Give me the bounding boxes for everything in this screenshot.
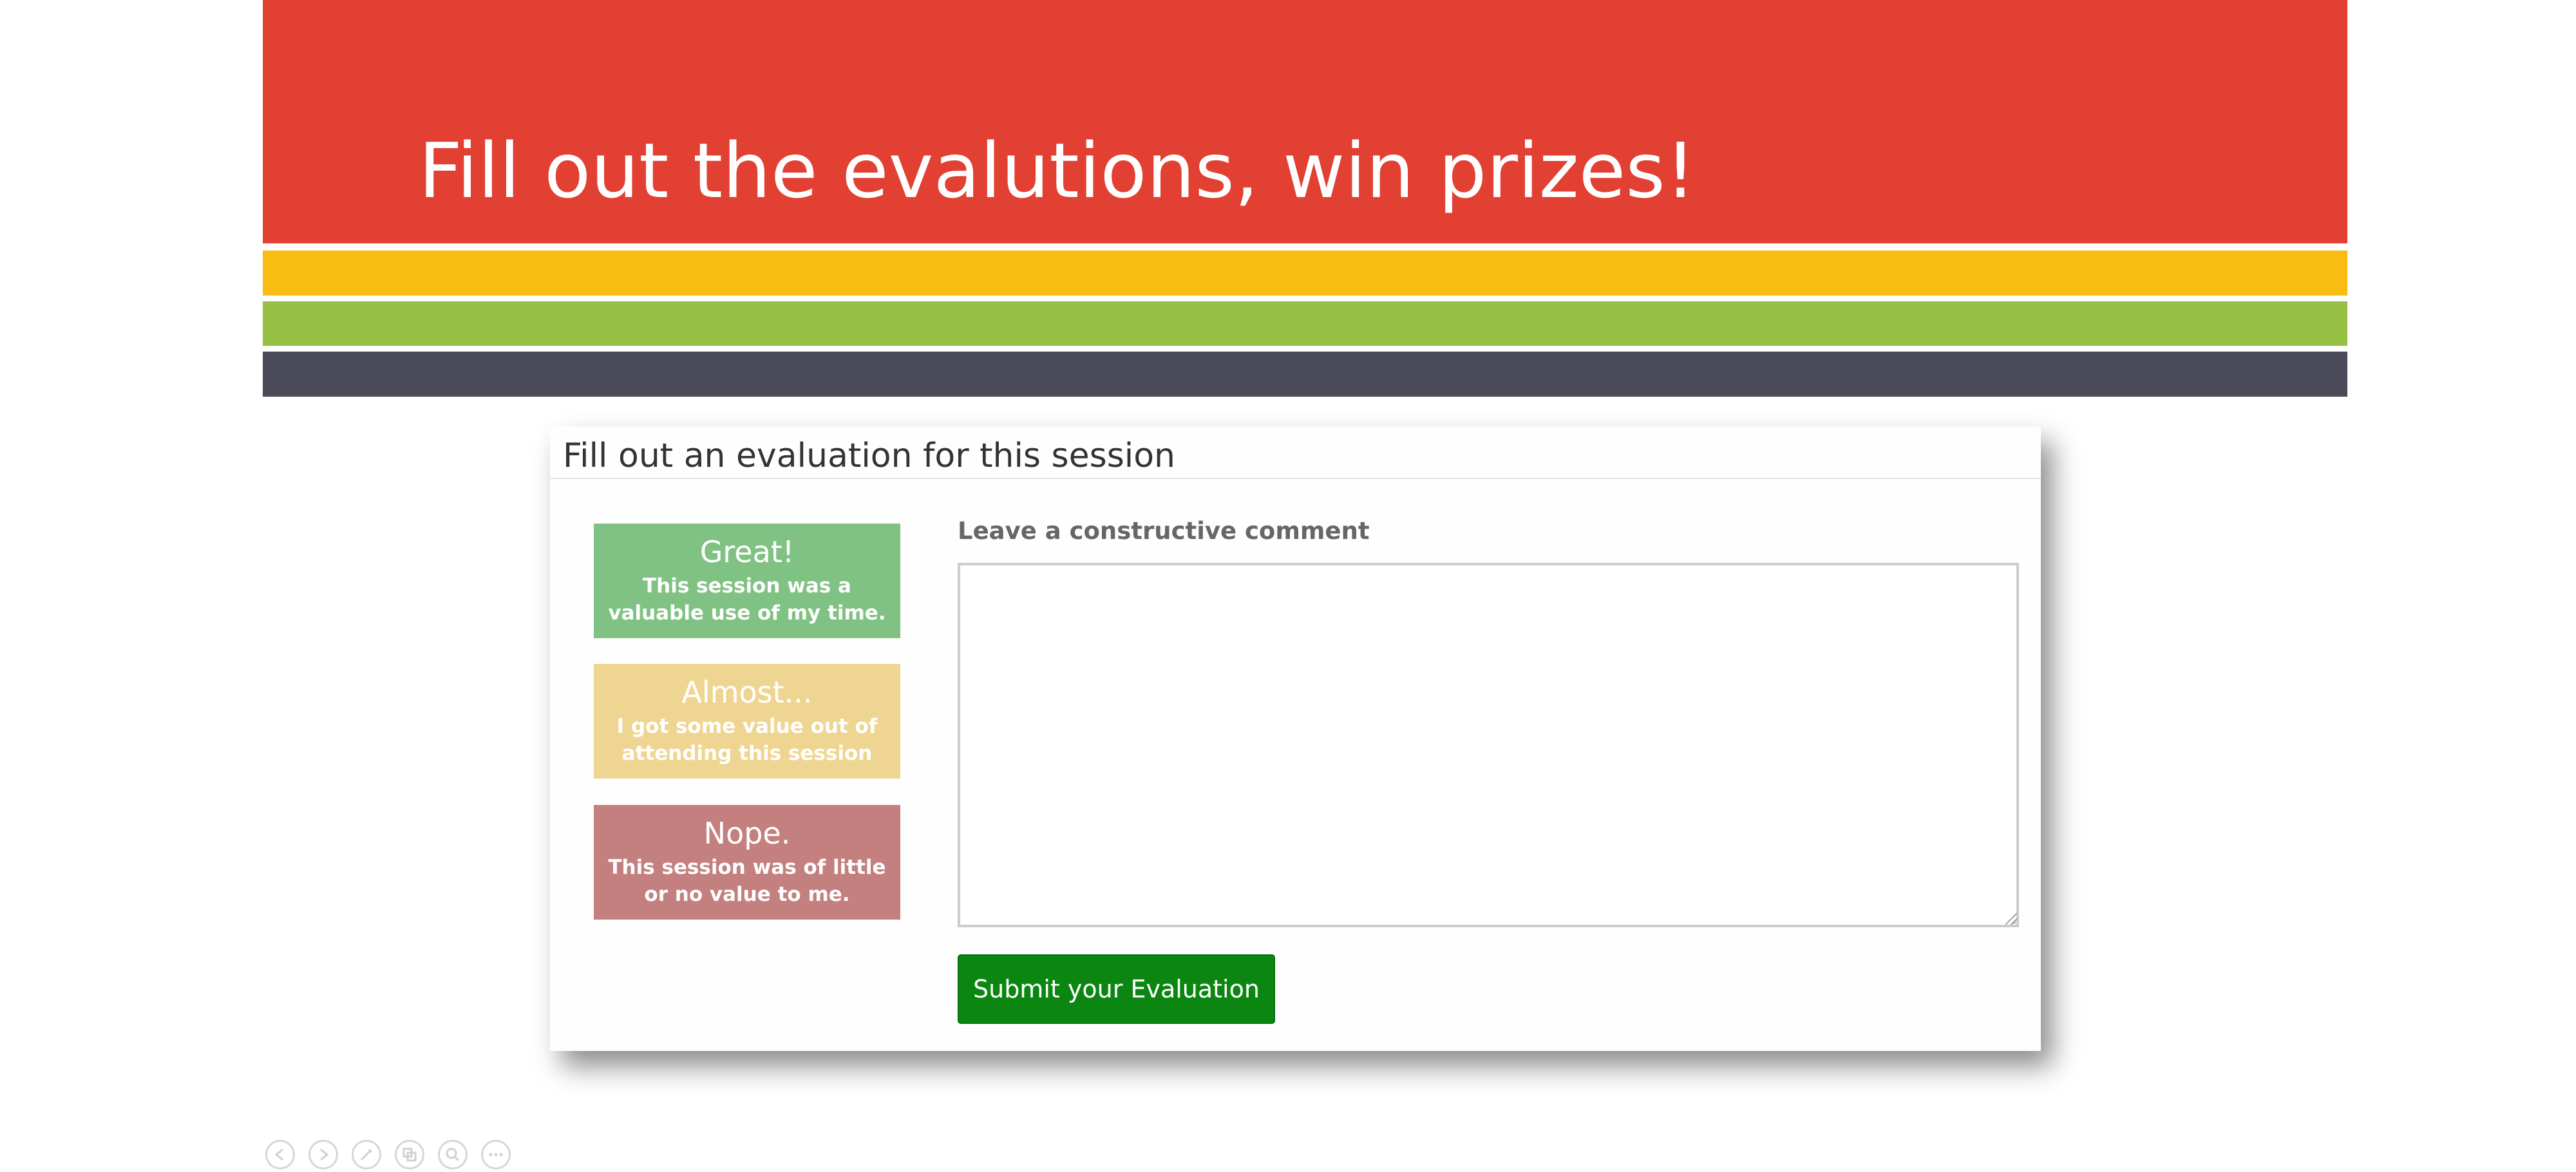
rating-great-button[interactable]: Great! This session was a valuable use o…: [594, 524, 900, 638]
slide-title: Fill out the evalutions, win prizes!: [419, 126, 1696, 215]
rating-almost-description: I got some value out of attending this s…: [616, 715, 878, 765]
previous-icon[interactable]: [265, 1140, 295, 1169]
slides-icon[interactable]: [395, 1140, 424, 1169]
rating-nope-button[interactable]: Nope. This session was of little or no v…: [594, 805, 900, 920]
slide: Fill out the evalutions, win prizes! Fil…: [0, 0, 2576, 1169]
rating-great-description: This session was a valuable use of my ti…: [608, 574, 886, 625]
comment-textarea[interactable]: [958, 563, 2019, 927]
rating-nope-description: This session was of little or no value t…: [608, 856, 886, 906]
header-band-yellow: [263, 250, 2347, 296]
comment-label: Leave a constructive comment: [958, 517, 1370, 545]
rating-almost-button[interactable]: Almost... I got some value out of attend…: [594, 664, 900, 779]
evaluation-card: Fill out an evaluation for this session …: [550, 426, 2041, 1051]
rating-great-title: Great!: [699, 534, 795, 569]
resize-handle-icon[interactable]: [2005, 913, 2017, 925]
more-icon[interactable]: [481, 1140, 511, 1169]
next-icon[interactable]: [308, 1140, 338, 1169]
header-band-green: [263, 301, 2347, 346]
heading-divider: [550, 478, 2041, 479]
rating-nope-title: Nope.: [703, 816, 791, 851]
zoom-icon[interactable]: [438, 1140, 468, 1169]
header-band-slate: [263, 352, 2347, 397]
rating-almost-title: Almost...: [681, 675, 813, 710]
submit-evaluation-button[interactable]: Submit your Evaluation: [958, 954, 1275, 1024]
evaluation-heading: Fill out an evaluation for this session: [563, 437, 1176, 475]
pen-icon[interactable]: [352, 1140, 381, 1169]
